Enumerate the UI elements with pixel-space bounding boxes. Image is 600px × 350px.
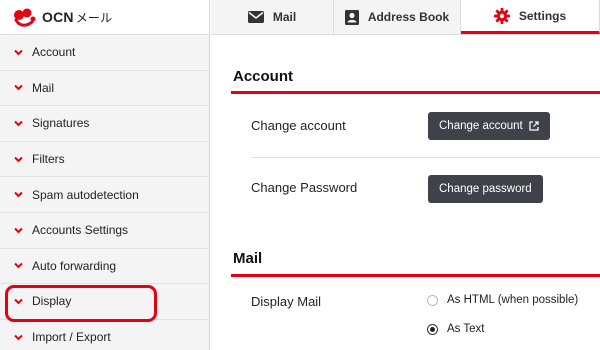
settings-content: Account Change account Change account Ch… (211, 35, 600, 350)
account-section-title: Account (233, 68, 293, 85)
sidebar-item-label: Display (32, 294, 72, 309)
radio-label: As Text (447, 323, 485, 335)
sidebar-item-label: Account (32, 45, 76, 60)
radio-button-selected[interactable] (427, 323, 438, 335)
sidebar-item-label: Filters (32, 152, 65, 167)
settings-nav: Account Mail Signatures Filters Spam aut… (0, 35, 209, 350)
chevron-down-icon (14, 227, 23, 234)
chevron-down-icon (14, 156, 23, 162)
mail-section-title: Mail (233, 250, 263, 267)
chevron-down-icon (14, 85, 23, 91)
section-divider (231, 91, 600, 94)
sidebar-item-label: Accounts Settings (32, 223, 129, 238)
external-link-icon (529, 121, 539, 131)
sidebar-item-label: Auto forwarding (32, 258, 117, 273)
chevron-down-icon (14, 120, 23, 127)
sidebar-item-label: Signatures (32, 116, 90, 131)
envelope-icon (247, 11, 264, 23)
sidebar-item-spam-autodetection[interactable]: Spam autodetection (0, 177, 209, 213)
sidebar-item-mail[interactable]: Mail (0, 71, 209, 107)
display-mail-label: Display Mail (251, 294, 322, 309)
change-account-button[interactable]: Change account (428, 112, 550, 140)
radio-as-html[interactable]: As HTML (when possible) (427, 294, 578, 306)
tab-label: Mail (272, 10, 297, 24)
sidebar: OCN メール Account Mail Signatures Filters S… (0, 0, 210, 350)
chevron-down-icon (14, 334, 23, 340)
sidebar-item-label: Spam autodetection (32, 187, 139, 202)
gear-icon (493, 7, 510, 24)
sidebar-item-label: Mail (32, 80, 55, 95)
ocn-logo-icon (14, 8, 36, 27)
sidebar-item-filters[interactable]: Filters (0, 142, 209, 178)
radio-label: As HTML (when possible) (447, 294, 579, 306)
sidebar-item-accounts-settings[interactable]: Accounts Settings (0, 213, 209, 249)
logo-text: OCN メール (42, 8, 113, 25)
chevron-down-icon (14, 49, 23, 56)
chevron-down-icon (14, 298, 23, 305)
sidebar-item-display[interactable]: Display (0, 284, 209, 320)
tab-address-book[interactable]: Address Book (334, 0, 461, 34)
contact-card-icon (344, 9, 359, 25)
top-tabs: Mail Address Book Settings (211, 0, 600, 35)
button-label: Change account (439, 120, 523, 132)
change-password-button[interactable]: Change password (428, 175, 543, 203)
sidebar-item-import-export[interactable]: Import / Export (0, 320, 209, 350)
sidebar-item-signatures[interactable]: Signatures (0, 106, 209, 142)
row-divider (251, 157, 600, 158)
sidebar-item-label: Import / Export (32, 330, 111, 345)
radio-button[interactable] (427, 294, 438, 306)
sidebar-item-account[interactable]: Account (0, 35, 209, 71)
chevron-down-icon (14, 191, 23, 198)
tab-label: Address Book (367, 10, 450, 24)
change-account-label: Change account (251, 118, 346, 133)
button-label: Change password (439, 183, 532, 195)
radio-as-text[interactable]: As Text (427, 323, 485, 335)
tab-label: Settings (518, 8, 567, 23)
tab-settings[interactable]: Settings (461, 0, 600, 34)
section-divider (231, 274, 600, 277)
sidebar-item-auto-forwarding[interactable]: Auto forwarding (0, 249, 209, 285)
change-password-label: Change Password (251, 180, 358, 195)
ocn-mail-logo[interactable]: OCN メール (0, 0, 209, 35)
tab-mail[interactable]: Mail (211, 0, 334, 34)
chevron-down-icon (14, 263, 23, 269)
